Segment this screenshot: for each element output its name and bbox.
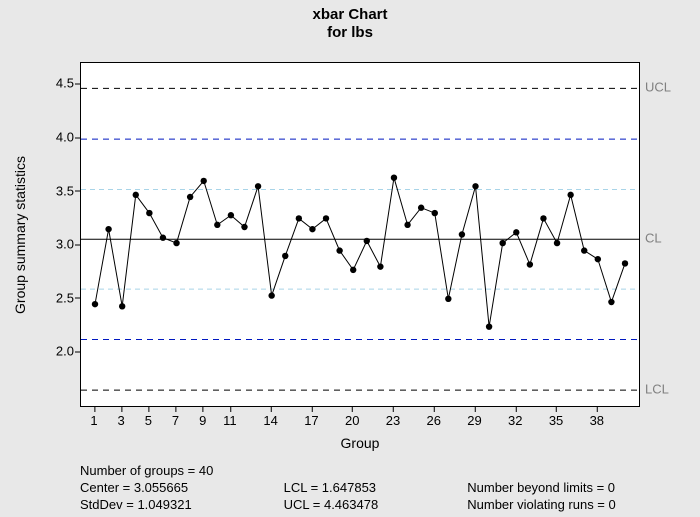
x-tick: 9: [199, 413, 206, 428]
footer-center: Center = 3.055665: [80, 480, 280, 497]
x-tick: 5: [145, 413, 152, 428]
summary-footer: Number of groups = 40 Center = 3.055665 …: [80, 463, 660, 514]
x-tick: 11: [223, 413, 237, 428]
footer-violating: Number violating runs = 0: [467, 497, 657, 514]
footer-lcl: LCL = 1.647853: [284, 480, 464, 497]
x-tick: 32: [508, 413, 522, 428]
footer-beyond: Number beyond limits = 0: [467, 480, 657, 497]
x-axis-label: Group: [80, 435, 640, 451]
y-tick: 2.0: [56, 344, 74, 359]
x-tick: 35: [549, 413, 563, 428]
x-tick: 26: [427, 413, 441, 428]
x-tick: 17: [304, 413, 318, 428]
y-tick: 3.0: [56, 237, 74, 252]
limit-label-lcl: LCL: [645, 382, 669, 397]
footer-ucl: UCL = 4.463478: [284, 497, 464, 514]
y-tick: 2.5: [56, 290, 74, 305]
x-tick: 7: [172, 413, 179, 428]
limit-labels: UCL CL LCL: [641, 62, 691, 407]
x-tick: 29: [467, 413, 481, 428]
y-axis-label: Group summary statistics: [10, 62, 30, 407]
y-tick: 4.5: [56, 76, 74, 91]
chart-title-line2: for lbs: [0, 24, 700, 42]
y-axis: 2.0 2.5 3.0 3.5 4.0 4.5: [40, 62, 80, 407]
limit-label-ucl: UCL: [645, 80, 671, 95]
x-tick: 1: [90, 413, 97, 428]
footer-ngroups: Number of groups = 40: [80, 463, 280, 480]
control-chart: [81, 63, 639, 406]
x-tick: 20: [345, 413, 359, 428]
limit-label-cl: CL: [645, 231, 662, 246]
chart-title-line1: xbar Chart: [0, 6, 700, 24]
plot-area: [80, 62, 640, 407]
y-tick: 3.5: [56, 183, 74, 198]
x-tick: 38: [590, 413, 604, 428]
x-tick: 3: [118, 413, 125, 428]
y-tick: 4.0: [56, 130, 74, 145]
x-tick: 23: [386, 413, 400, 428]
x-tick: 14: [263, 413, 277, 428]
footer-stddev: StdDev = 1.049321: [80, 497, 280, 514]
